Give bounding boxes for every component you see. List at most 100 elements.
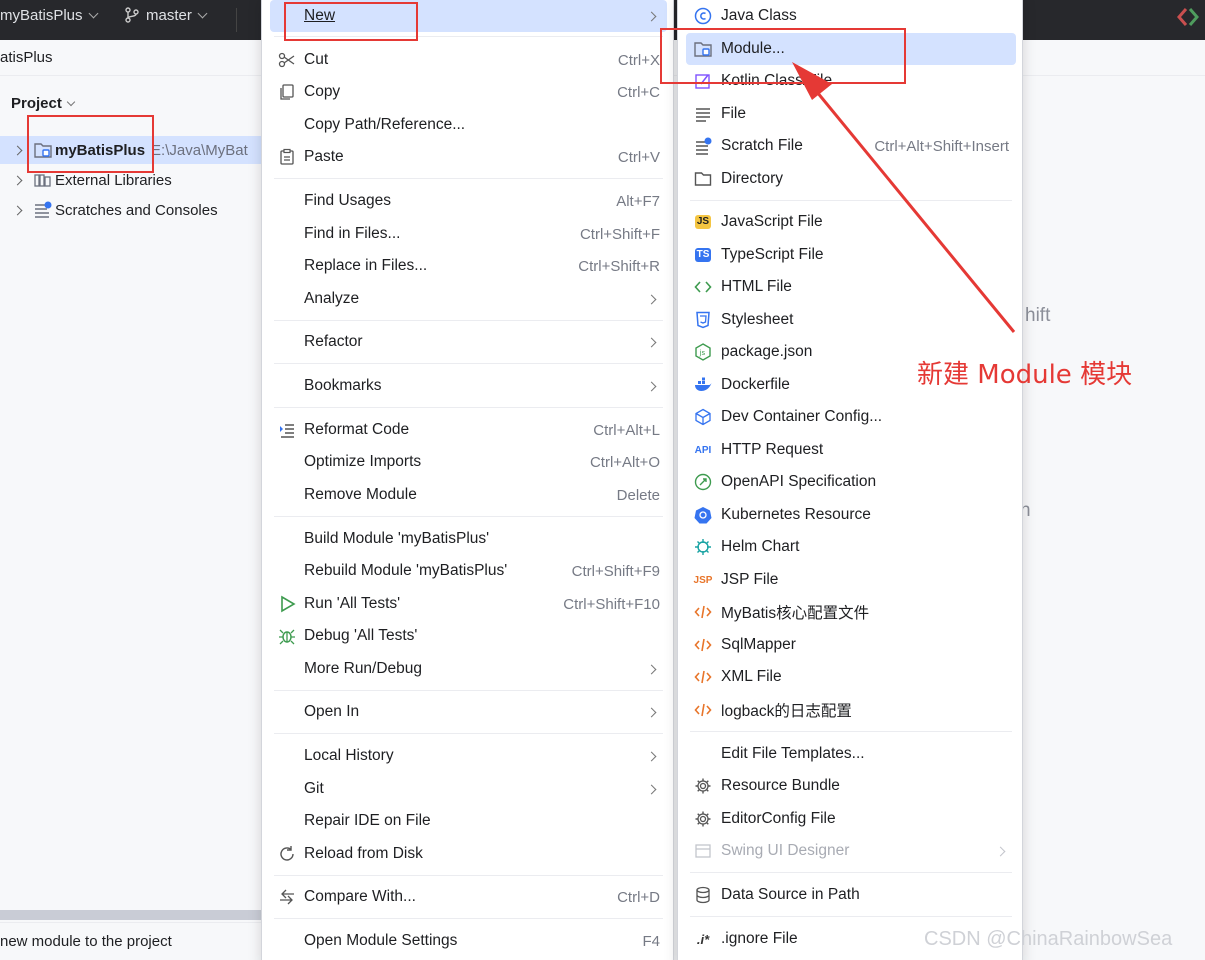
menu-item-refactor[interactable]: Refactor bbox=[270, 326, 667, 358]
submenu-item-mybatis-config[interactable]: MyBatis核心配置文件 bbox=[686, 596, 1016, 628]
menu-separator bbox=[274, 690, 663, 691]
submenu-item-openapi[interactable]: OpenAPI Specification bbox=[686, 466, 1016, 498]
menu-separator bbox=[274, 875, 663, 876]
menu-item-label: Java Class bbox=[721, 7, 797, 24]
menu-item-reformat-code[interactable]: Reformat Code Ctrl+Alt+L bbox=[270, 414, 667, 446]
shortcut: Alt+F7 bbox=[616, 192, 660, 210]
menu-item-find-in-files[interactable]: Find in Files... Ctrl+Shift+F bbox=[270, 218, 667, 250]
submenu-item-typescript-file[interactable]: TS TypeScript File bbox=[686, 239, 1016, 271]
paste-icon bbox=[277, 147, 297, 167]
code-with-me-icon[interactable] bbox=[1176, 7, 1200, 31]
submenu-item-resource-bundle[interactable]: Resource Bundle bbox=[686, 770, 1016, 802]
menu-item-optimize-imports[interactable]: Optimize Imports Ctrl+Alt+O bbox=[270, 446, 667, 478]
menu-item-build-module[interactable]: Build Module 'myBatisPlus' bbox=[270, 523, 667, 555]
menu-item-label: Reformat Code bbox=[304, 421, 410, 438]
menu-item-label: Directory bbox=[721, 170, 784, 187]
menu-separator bbox=[690, 916, 1012, 917]
menu-item-debug-tests[interactable]: Debug 'All Tests' bbox=[270, 620, 667, 652]
menu-item-run-tests[interactable]: Run 'All Tests' Ctrl+Shift+F10 bbox=[270, 588, 667, 620]
menu-item-compare-with[interactable]: Compare With... Ctrl+D bbox=[270, 881, 667, 913]
menu-item-label: Analyze bbox=[304, 290, 360, 307]
menu-item-label: Local History bbox=[304, 747, 394, 764]
submenu-item-editorconfig[interactable]: EditorConfig File bbox=[686, 803, 1016, 835]
branch-switcher[interactable]: master bbox=[124, 7, 208, 24]
menu-separator bbox=[690, 872, 1012, 873]
menu-item-remove-module[interactable]: Remove Module Delete bbox=[270, 479, 667, 511]
expand-arrow-icon[interactable] bbox=[12, 145, 23, 155]
submenu-item-html-file[interactable]: HTML File bbox=[686, 271, 1016, 303]
menu-item-label: Rebuild Module 'myBatisPlus' bbox=[304, 562, 508, 579]
chevron-down-icon bbox=[66, 97, 76, 107]
submenu-item-stylesheet[interactable]: Stylesheet bbox=[686, 304, 1016, 336]
menu-item-open-in[interactable]: Open In bbox=[270, 696, 667, 728]
submenu-item-kubernetes[interactable]: Kubernetes Resource bbox=[686, 499, 1016, 531]
menu-item-rebuild-module[interactable]: Rebuild Module 'myBatisPlus' Ctrl+Shift+F… bbox=[270, 555, 667, 587]
menu-item-bookmarks[interactable]: Bookmarks bbox=[270, 370, 667, 402]
menu-item-label: XML File bbox=[721, 668, 782, 685]
submenu-item-edit-templates[interactable]: Edit File Templates... bbox=[686, 738, 1016, 770]
menu-item-repair-ide[interactable]: Repair IDE on File bbox=[270, 805, 667, 837]
submenu-arrow-icon bbox=[646, 664, 657, 674]
xml-tag-icon bbox=[693, 700, 713, 720]
shortcut: Ctrl+D bbox=[617, 888, 660, 906]
submenu-item-sqlmapper[interactable]: SqlMapper bbox=[686, 629, 1016, 661]
submenu-item-javascript-file[interactable]: JS JavaScript File bbox=[686, 206, 1016, 238]
submenu-item-data-source[interactable]: Data Source in Path bbox=[686, 879, 1016, 911]
scissors-icon bbox=[277, 50, 297, 70]
submenu-item-file[interactable]: File bbox=[686, 98, 1016, 130]
openapi-icon bbox=[693, 472, 713, 492]
menu-item-more-run-debug[interactable]: More Run/Debug bbox=[270, 653, 667, 685]
reformat-icon bbox=[277, 420, 297, 440]
menu-item-reload-from-disk[interactable]: Reload from Disk bbox=[270, 838, 667, 870]
submenu-item-jsp-file[interactable]: JSP JSP File bbox=[686, 564, 1016, 596]
menu-item-copy-path[interactable]: Copy Path/Reference... bbox=[270, 109, 667, 141]
xml-tag-icon bbox=[693, 635, 713, 655]
menu-item-open-module-settings[interactable]: Open Module Settings F4 bbox=[270, 925, 667, 957]
tree-item-label: Scratches and Consoles bbox=[55, 201, 218, 219]
javascript-icon: JS bbox=[694, 215, 712, 229]
breadcrumb-project[interactable]: atisPlus bbox=[0, 49, 53, 66]
submenu-item-http-request[interactable]: API HTTP Request bbox=[686, 434, 1016, 466]
menu-item-label: Edit File Templates... bbox=[721, 745, 865, 762]
submenu-item-xml-file[interactable]: XML File bbox=[686, 661, 1016, 693]
jsp-icon: JSP bbox=[693, 574, 713, 586]
shortcut: Ctrl+Shift+F9 bbox=[571, 562, 660, 580]
new-submenu: Java Class Module... Kotlin Class/File F… bbox=[677, 0, 1023, 960]
menu-item-copy[interactable]: Copy Ctrl+C bbox=[270, 76, 667, 108]
menu-item-label: Open In bbox=[304, 703, 360, 720]
menu-item-paste[interactable]: Paste Ctrl+V bbox=[270, 141, 667, 173]
submenu-item-helm-chart[interactable]: Helm Chart bbox=[686, 531, 1016, 563]
expand-arrow-icon[interactable] bbox=[12, 175, 23, 185]
submenu-arrow-icon bbox=[646, 707, 657, 717]
menu-item-git[interactable]: Git bbox=[270, 773, 667, 805]
menu-item-label: EditorConfig File bbox=[721, 810, 836, 827]
menu-item-local-history[interactable]: Local History bbox=[270, 740, 667, 772]
menu-item-label: JSP File bbox=[721, 571, 779, 588]
project-switcher[interactable]: myBatisPlus bbox=[0, 7, 98, 24]
expand-arrow-icon[interactable] bbox=[12, 205, 23, 215]
submenu-item-dev-container[interactable]: Dev Container Config... bbox=[686, 401, 1016, 433]
gear-icon bbox=[693, 809, 713, 829]
menu-item-label: Paste bbox=[304, 148, 344, 165]
submenu-item-directory[interactable]: Directory bbox=[686, 163, 1016, 195]
submenu-item-logback[interactable]: logback的日志配置 bbox=[686, 694, 1016, 726]
menu-item-label: Resource Bundle bbox=[721, 777, 840, 794]
kubernetes-icon bbox=[693, 505, 713, 525]
menu-item-find-usages[interactable]: Find Usages Alt+F7 bbox=[270, 185, 667, 217]
menu-item-label: logback的日志配置 bbox=[721, 703, 852, 720]
project-panel-title[interactable]: Project bbox=[11, 95, 76, 112]
menu-item-label: More Run/Debug bbox=[304, 660, 423, 677]
menu-item-label: Find in Files... bbox=[304, 225, 401, 242]
menu-item-replace-in-files[interactable]: Replace in Files... Ctrl+Shift+R bbox=[270, 250, 667, 282]
menu-item-label: Data Source in Path bbox=[721, 886, 860, 903]
scratch-file-icon bbox=[693, 136, 713, 156]
menu-item-cut[interactable]: Cut Ctrl+X bbox=[270, 44, 667, 76]
horizontal-scrollbar[interactable] bbox=[0, 910, 262, 920]
menu-separator bbox=[690, 200, 1012, 201]
menu-item-analyze[interactable]: Analyze bbox=[270, 283, 667, 315]
menu-item-label: Stylesheet bbox=[721, 311, 794, 328]
run-icon bbox=[277, 594, 297, 614]
tree-item-scratches[interactable]: Scratches and Consoles bbox=[0, 196, 262, 224]
annotation-box-new bbox=[284, 2, 418, 41]
submenu-item-scratch-file[interactable]: Scratch File Ctrl+Alt+Shift+Insert bbox=[686, 130, 1016, 162]
